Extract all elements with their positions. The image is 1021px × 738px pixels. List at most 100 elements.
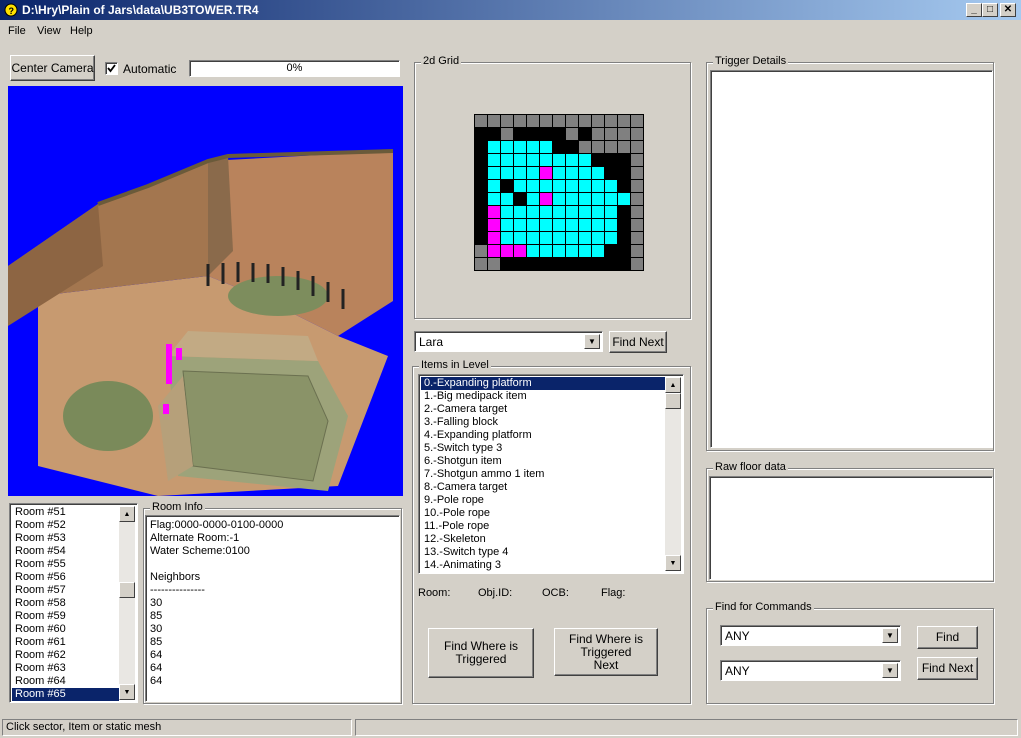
grid-cell[interactable] <box>566 141 578 153</box>
grid-cell[interactable] <box>553 128 565 140</box>
grid-cell[interactable] <box>631 258 643 270</box>
grid-cell[interactable] <box>527 219 539 231</box>
menu-file[interactable]: File <box>8 25 26 37</box>
grid-cell[interactable] <box>579 180 591 192</box>
grid-cell[interactable] <box>514 167 526 179</box>
grid-cell[interactable] <box>592 206 604 218</box>
chevron-down-icon[interactable]: ▼ <box>882 663 898 678</box>
room-list-item[interactable]: Room #62 <box>12 649 119 662</box>
room-list-item[interactable]: Room #60 <box>12 623 119 636</box>
item-list-item[interactable]: 9.-Pole rope <box>421 494 665 507</box>
grid-cell[interactable] <box>605 193 617 205</box>
grid-cell[interactable] <box>527 115 539 127</box>
grid-cell[interactable] <box>475 232 487 244</box>
grid-cell[interactable] <box>527 245 539 257</box>
object-combo[interactable]: Lara ▼ <box>414 331 603 352</box>
room-list-item[interactable]: Room #63 <box>12 662 119 675</box>
grid-cell[interactable] <box>592 232 604 244</box>
grid-cell[interactable] <box>605 128 617 140</box>
grid-cell[interactable] <box>592 180 604 192</box>
grid-cell[interactable] <box>631 154 643 166</box>
grid-cell[interactable] <box>514 128 526 140</box>
grid-cell[interactable] <box>618 258 630 270</box>
scroll-thumb[interactable] <box>665 393 681 409</box>
grid-cell[interactable] <box>553 180 565 192</box>
grid-cell[interactable] <box>501 180 513 192</box>
room-list-item[interactable]: Room #58 <box>12 597 119 610</box>
scroll-up-icon[interactable]: ▲ <box>665 377 681 393</box>
command-combo-1[interactable]: ANY ▼ <box>720 625 901 646</box>
grid-cell[interactable] <box>566 219 578 231</box>
grid-cell[interactable] <box>475 154 487 166</box>
item-list-item[interactable]: 2.-Camera target <box>421 403 665 416</box>
find-where-triggered-next-button[interactable]: Find Where is Triggered Next <box>554 628 658 676</box>
title-bar[interactable]: ? D:\Hry\Plain of Jars\data\UB3TOWER.TR4… <box>0 0 1021 20</box>
chevron-down-icon[interactable]: ▼ <box>584 334 600 349</box>
grid-cell[interactable] <box>527 141 539 153</box>
grid-cell[interactable] <box>475 115 487 127</box>
grid-cell[interactable] <box>566 180 578 192</box>
grid-cell[interactable] <box>540 154 552 166</box>
grid-cell[interactable] <box>618 154 630 166</box>
grid-cell[interactable] <box>566 193 578 205</box>
grid-cell[interactable] <box>527 232 539 244</box>
grid-cell[interactable] <box>605 141 617 153</box>
rooms-scrollbar[interactable]: ▲ ▼ <box>119 506 135 700</box>
grid-cell[interactable] <box>475 180 487 192</box>
item-list-item[interactable]: 5.-Switch type 3 <box>421 442 665 455</box>
grid-cell[interactable] <box>631 219 643 231</box>
maximize-button[interactable]: □ <box>982 3 998 17</box>
grid-cell[interactable] <box>631 115 643 127</box>
grid-cell[interactable] <box>501 154 513 166</box>
menu-view[interactable]: View <box>37 25 61 37</box>
grid-cell[interactable] <box>501 219 513 231</box>
grid-cell[interactable] <box>618 206 630 218</box>
chevron-down-icon[interactable]: ▼ <box>882 628 898 643</box>
scroll-up-icon[interactable]: ▲ <box>119 506 135 522</box>
grid-cell[interactable] <box>501 232 513 244</box>
grid-cell[interactable] <box>592 219 604 231</box>
grid-cell[interactable] <box>566 232 578 244</box>
room-list-item[interactable]: Room #57 <box>12 584 119 597</box>
item-list-item[interactable]: 6.-Shotgun item <box>421 455 665 468</box>
grid-cell[interactable] <box>501 167 513 179</box>
grid-cell[interactable] <box>605 115 617 127</box>
grid-cell[interactable] <box>618 115 630 127</box>
room-info-text[interactable]: Flag:0000-0000-0100-0000 Alternate Room:-… <box>145 515 400 702</box>
grid-cell[interactable] <box>566 115 578 127</box>
scroll-down-icon[interactable]: ▼ <box>119 684 135 700</box>
scroll-down-icon[interactable]: ▼ <box>665 555 681 571</box>
automatic-checkbox[interactable] <box>105 62 118 75</box>
find-next-command-button[interactable]: Find Next <box>917 657 978 680</box>
find-where-triggered-button[interactable]: Find Where is Triggered <box>428 628 534 678</box>
grid-cell[interactable] <box>618 180 630 192</box>
grid-cell[interactable] <box>605 219 617 231</box>
grid-cell[interactable] <box>618 128 630 140</box>
grid-cell[interactable] <box>553 258 565 270</box>
grid-cell[interactable] <box>501 128 513 140</box>
grid-cell[interactable] <box>514 141 526 153</box>
grid-cell[interactable] <box>514 258 526 270</box>
grid-cell[interactable] <box>631 128 643 140</box>
grid-cell[interactable] <box>553 232 565 244</box>
item-list-item[interactable]: 10.-Pole rope <box>421 507 665 520</box>
grid-cell[interactable] <box>592 141 604 153</box>
item-list-item[interactable]: 14.-Animating 3 <box>421 559 665 572</box>
grid-cell[interactable] <box>488 180 500 192</box>
grid-cell[interactable] <box>488 258 500 270</box>
item-list-item[interactable]: 13.-Switch type 4 <box>421 546 665 559</box>
grid-cell[interactable] <box>579 219 591 231</box>
grid-cell[interactable] <box>540 141 552 153</box>
grid-cell[interactable] <box>566 206 578 218</box>
room-list-item[interactable]: Room #56 <box>12 571 119 584</box>
grid-cell[interactable] <box>540 258 552 270</box>
grid-cell[interactable] <box>475 219 487 231</box>
grid-cell[interactable] <box>488 232 500 244</box>
grid-cell[interactable] <box>592 154 604 166</box>
minimize-button[interactable]: _ <box>966 3 982 17</box>
scroll-thumb[interactable] <box>119 582 135 598</box>
sector-grid[interactable] <box>474 114 644 271</box>
grid-cell[interactable] <box>579 232 591 244</box>
grid-cell[interactable] <box>566 154 578 166</box>
item-list-item[interactable]: 12.-Skeleton <box>421 533 665 546</box>
